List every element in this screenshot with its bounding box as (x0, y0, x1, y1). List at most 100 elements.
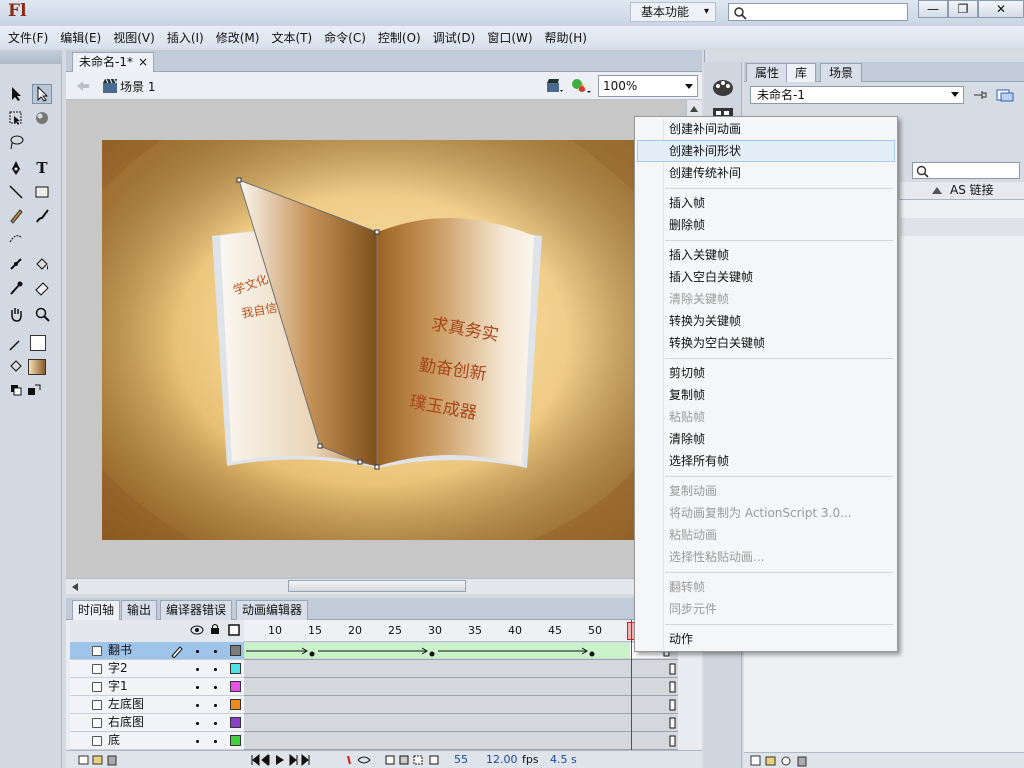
menu-item-insert-blank-keyframe[interactable]: 插入空白关键帧 (637, 266, 895, 288)
layer-row[interactable]: 底 (70, 732, 244, 750)
menu-item-create-classic-tween[interactable]: 创建传统补间 (637, 162, 895, 184)
back-arrow-icon[interactable] (76, 80, 90, 92)
frame-row[interactable] (244, 678, 678, 696)
scene-label[interactable]: 场景 1 (120, 78, 155, 95)
current-frame[interactable]: 55 (454, 753, 468, 766)
library-column-header[interactable]: AS 链接 (900, 182, 1024, 200)
frame-row[interactable] (244, 660, 678, 678)
rectangle-tool-icon[interactable] (32, 182, 52, 202)
stroke-color-icon[interactable] (6, 334, 26, 354)
close-button[interactable]: ✕ (978, 0, 1024, 18)
layer-row[interactable]: 翻书 (70, 642, 244, 660)
eye-icon[interactable] (190, 625, 204, 635)
menu-help[interactable]: 帮助(H) (539, 29, 593, 46)
menu-item-create-motion-tween[interactable]: 创建补间动画 (637, 118, 895, 140)
deco-tool-icon[interactable] (6, 228, 26, 248)
menu-item-convert-to-blank-keyframes[interactable]: 转换为空白关键帧 (637, 332, 895, 354)
minimize-button[interactable]: — (918, 0, 948, 18)
restore-button[interactable]: ❐ (948, 0, 978, 18)
layer-row[interactable]: 字2 (70, 660, 244, 678)
paint-bucket-tool-icon[interactable] (32, 254, 52, 274)
menu-item-convert-to-keyframes[interactable]: 转换为关键帧 (637, 310, 895, 332)
library-search-input[interactable] (912, 162, 1020, 179)
bone-tool-icon[interactable] (6, 254, 26, 274)
frame-row[interactable] (244, 714, 678, 732)
scroll-up-icon[interactable] (690, 106, 698, 112)
layer-row[interactable]: 字1 (70, 678, 244, 696)
document-tab[interactable]: 未命名-1* × (72, 52, 154, 72)
menu-modify[interactable]: 修改(M) (210, 29, 266, 46)
color-palette-icon[interactable] (712, 78, 734, 98)
menu-item-select-all-frames[interactable]: 选择所有帧 (637, 450, 895, 472)
menu-item-remove-frames[interactable]: 删除帧 (637, 214, 895, 236)
zoom-tool-icon[interactable] (32, 304, 52, 324)
layer-color-swatch[interactable] (230, 699, 241, 710)
onion-skin-icon[interactable] (346, 754, 446, 766)
layer-buttons-icon[interactable] (78, 754, 118, 766)
layer-color-swatch[interactable] (230, 717, 241, 728)
brush-tool-icon[interactable] (32, 206, 52, 226)
layer-color-swatch[interactable] (230, 681, 241, 692)
layer-color-swatch[interactable] (230, 663, 241, 674)
tab-motion-editor[interactable]: 动画编辑器 (236, 600, 309, 620)
pin-icon[interactable] (972, 88, 988, 102)
new-library-panel-icon[interactable] (996, 88, 1014, 102)
tab-timeline[interactable]: 时间轴 (72, 600, 121, 620)
help-search-input[interactable] (728, 3, 908, 21)
frame-row[interactable] (244, 642, 678, 660)
menu-view[interactable]: 视图(V) (107, 29, 161, 46)
library-document-select[interactable]: 未命名-1 (750, 86, 964, 104)
hand-tool-icon[interactable] (6, 304, 26, 324)
menu-item-clear-frames[interactable]: 清除帧 (637, 428, 895, 450)
layer-color-swatch[interactable] (230, 735, 241, 746)
menu-item-insert-frame[interactable]: 插入帧 (637, 192, 895, 214)
menu-debug[interactable]: 调试(D) (427, 29, 482, 46)
library-actions-icon[interactable] (750, 755, 810, 767)
workspace-switcher[interactable]: 基本功能 ▾ (630, 2, 716, 22)
text-tool-icon[interactable]: T (32, 158, 52, 178)
menu-item-copy-frames[interactable]: 复制帧 (637, 384, 895, 406)
stage-horizontal-scroll-thumb[interactable] (288, 580, 466, 592)
tab-scene[interactable]: 场景 (820, 63, 863, 82)
stroke-color-swatch[interactable] (30, 335, 46, 351)
playback-controls-icon[interactable] (250, 754, 334, 766)
menu-control[interactable]: 控制(O) (372, 29, 427, 46)
menu-edit[interactable]: 编辑(E) (54, 29, 107, 46)
toolbox-header[interactable] (0, 50, 62, 64)
fill-color-swatch[interactable] (28, 359, 46, 375)
selection-tool-icon[interactable] (6, 84, 26, 104)
frame-row[interactable] (244, 732, 678, 750)
menu-text[interactable]: 文本(T) (265, 29, 318, 46)
swap-colors-icon[interactable] (24, 380, 44, 400)
line-tool-icon[interactable] (6, 182, 26, 202)
menu-item-insert-keyframe[interactable]: 插入关键帧 (637, 244, 895, 266)
layer-row[interactable]: 左底图 (70, 696, 244, 714)
edit-scene-icon[interactable] (546, 78, 564, 94)
menu-window[interactable]: 窗口(W) (481, 29, 538, 46)
subselection-tool-icon[interactable] (32, 84, 52, 104)
menu-commands[interactable]: 命令(C) (318, 29, 372, 46)
layer-row[interactable]: 右底图 (70, 714, 244, 732)
menu-item-actions[interactable]: 动作 (637, 628, 895, 650)
pencil-tool-icon[interactable] (6, 206, 26, 226)
3d-rotation-tool-icon[interactable] (32, 108, 52, 128)
frame-row[interactable] (244, 696, 678, 714)
scroll-left-icon[interactable] (72, 583, 78, 591)
zoom-select[interactable]: 100% (598, 75, 698, 97)
lasso-tool-icon[interactable] (6, 132, 26, 152)
free-transform-tool-icon[interactable] (6, 108, 26, 128)
lock-icon[interactable] (210, 623, 220, 635)
menu-item-create-shape-tween[interactable]: 创建补间形状 (637, 140, 895, 162)
pen-tool-icon[interactable] (6, 158, 26, 178)
library-item-row[interactable] (900, 218, 1024, 236)
tab-compiler-errors[interactable]: 编译器错误 (160, 600, 233, 620)
tab-properties[interactable]: 属性 (746, 63, 789, 82)
stage-canvas[interactable]: 学文化 我自信 求真务实 勤奋创新 璞玉成器 (102, 140, 642, 540)
layer-color-swatch[interactable] (230, 645, 241, 656)
black-white-icon[interactable] (6, 380, 26, 400)
outline-icon[interactable] (228, 624, 240, 636)
tab-output[interactable]: 输出 (121, 600, 158, 620)
edit-symbols-icon[interactable] (570, 77, 592, 95)
menu-item-cut-frames[interactable]: 剪切帧 (637, 362, 895, 384)
menu-file[interactable]: 文件(F) (2, 29, 54, 46)
